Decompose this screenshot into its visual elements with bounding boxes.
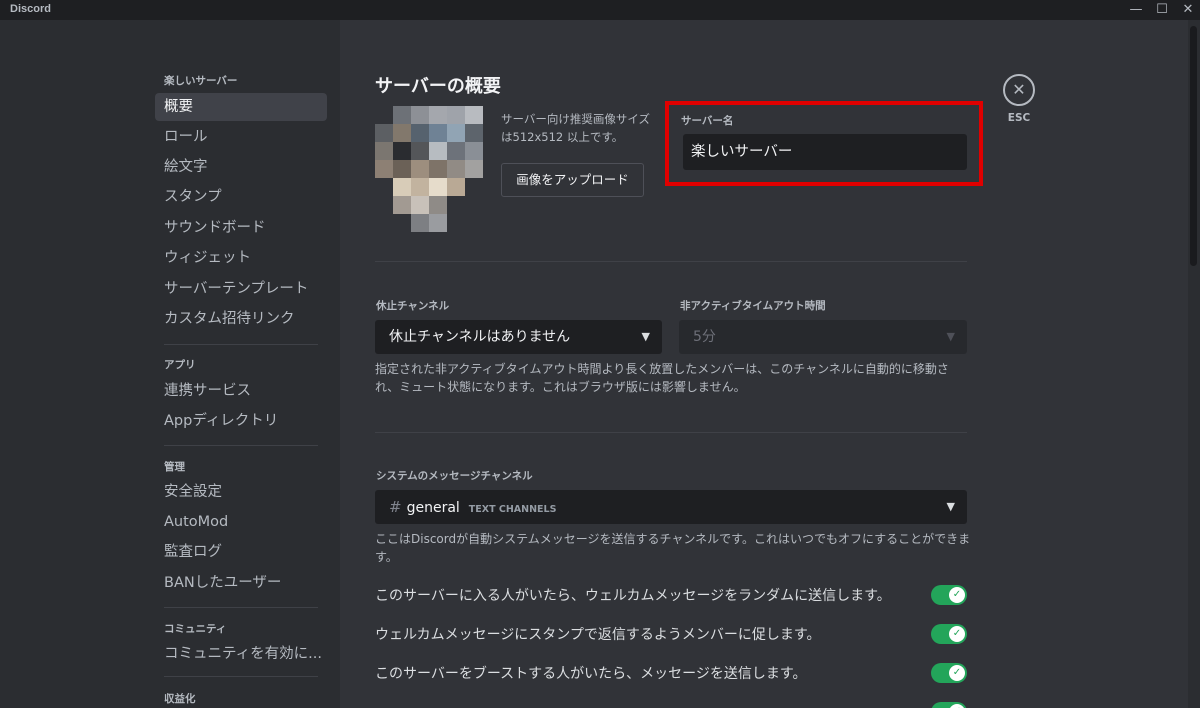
sticker-reply-toggle[interactable]: ✓ — [931, 624, 967, 644]
sidebar-section-moderation: 管理 — [164, 461, 185, 473]
sidebar-item-automod[interactable]: AutoMod — [155, 508, 327, 536]
afk-timeout-value: 5分 — [693, 329, 716, 345]
sidebar-item-vanity-url[interactable]: カスタム招待リンク — [155, 305, 327, 333]
chevron-down-icon: ▼ — [946, 500, 955, 513]
esc-label: ESC — [1007, 112, 1031, 124]
page-title: サーバーの概要 — [375, 76, 501, 97]
sidebar-item-integrations[interactable]: 連携サービス — [155, 377, 327, 405]
toggle-label: ウェルカムメッセージにスタンプで返信するようメンバーに促します。 — [375, 627, 821, 643]
afk-help-text: 指定された非アクティブタイムアウト時間より長く放置したメンバーは、このチャンネル… — [375, 362, 949, 394]
sidebar-item-emoji[interactable]: 絵文字 — [155, 153, 327, 181]
close-icon: ✕ — [1003, 74, 1035, 106]
chevron-down-icon: ▼ — [641, 330, 650, 343]
settings-content: サーバーの概要 サーバー向け推奨画像サイズは512x512 以上です。 画像をア… — [340, 20, 1188, 708]
chevron-down-icon: ▼ — [946, 330, 955, 343]
sidebar-divider — [164, 607, 318, 608]
sidebar-item-bans[interactable]: BANしたユーザー — [155, 569, 327, 597]
upload-hint: サーバー向け推奨画像サイズは512x512 以上です。 — [501, 112, 651, 144]
maximize-button[interactable]: ☐ — [1148, 0, 1176, 20]
sidebar-section-community: コミュニティ — [164, 623, 227, 635]
check-icon: ✓ — [949, 587, 965, 603]
sidebar-divider — [164, 676, 318, 677]
boost-message-toggle[interactable]: ✓ — [931, 663, 967, 683]
system-channel-name: general — [406, 500, 460, 516]
boost-message-toggle-row: このサーバーをブーストする人がいたら、メッセージを送信します。 ✓ — [375, 661, 967, 685]
system-help-text: ここはDiscordが自動システムメッセージを送信するチャンネルです。これはいつ… — [375, 532, 971, 564]
sidebar-section-monetization: 収益化 — [164, 693, 196, 705]
partial-toggle[interactable]: ✓ — [931, 702, 967, 708]
server-name-label: サーバー名 — [681, 115, 734, 127]
section-divider — [375, 261, 967, 262]
partial-toggle-row: ✓ — [375, 700, 967, 708]
close-window-button[interactable]: ✕ — [1174, 0, 1200, 20]
hash-icon: # — [389, 498, 402, 516]
sidebar-item-audit-log[interactable]: 監査ログ — [155, 538, 327, 566]
close-settings-button[interactable]: ✕ ESC — [1003, 74, 1035, 124]
welcome-message-toggle[interactable]: ✓ — [931, 585, 967, 605]
sidebar-item-app-directory[interactable]: Appディレクトリ — [155, 407, 327, 435]
afk-channel-value: 休止チャンネルはありません — [389, 329, 571, 345]
settings-sidebar: 楽しいサーバー 概要 ロール 絵文字 スタンプ サウンドボード ウィジェット サ… — [0, 20, 340, 708]
afk-channel-select[interactable]: 休止チャンネルはありません ▼ — [375, 320, 662, 354]
system-channel-label: システムのメッセージチャンネル — [376, 470, 533, 482]
sidebar-item-roles[interactable]: ロール — [155, 123, 327, 151]
sticker-reply-toggle-row: ウェルカムメッセージにスタンプで返信するようメンバーに促します。 ✓ — [375, 622, 967, 646]
system-channel-category: TEXT CHANNELS — [468, 504, 557, 515]
minimize-button[interactable]: — — [1122, 0, 1150, 20]
content-scrollbar[interactable] — [1188, 20, 1200, 708]
system-channel-select[interactable]: # general TEXT CHANNELS ▼ — [375, 490, 967, 524]
server-name-input[interactable]: 楽しいサーバー — [683, 134, 967, 170]
sidebar-item-enable-community[interactable]: コミュニティを有効に... — [155, 640, 327, 668]
upload-image-button[interactable]: 画像をアップロード — [501, 163, 644, 197]
sidebar-item-stickers[interactable]: スタンプ — [155, 183, 327, 211]
afk-timeout-select[interactable]: 5分 ▼ — [679, 320, 967, 354]
afk-timeout-label: 非アクティブタイムアウト時間 — [680, 300, 826, 312]
sidebar-item-widget[interactable]: ウィジェット — [155, 244, 327, 272]
welcome-message-toggle-row: このサーバーに入る人がいたら、ウェルカムメッセージをランダムに送信します。 ✓ — [375, 583, 967, 607]
sidebar-item-server-template[interactable]: サーバーテンプレート — [155, 275, 327, 303]
scrollbar-thumb[interactable] — [1190, 26, 1197, 266]
afk-channel-label: 休止チャンネル — [376, 300, 450, 312]
toggle-label: このサーバーに入る人がいたら、ウェルカムメッセージをランダムに送信します。 — [375, 588, 891, 604]
title-bar: Discord — ☐ ✕ — [0, 0, 1200, 20]
app-title: Discord — [10, 3, 51, 15]
server-icon-pixelated[interactable] — [375, 106, 485, 232]
check-icon: ✓ — [949, 704, 965, 708]
sidebar-item-overview[interactable]: 概要 — [155, 93, 327, 121]
check-icon: ✓ — [949, 665, 965, 681]
sidebar-item-safety[interactable]: 安全設定 — [155, 478, 327, 506]
sidebar-item-soundboard[interactable]: サウンドボード — [155, 214, 327, 242]
section-divider — [375, 432, 967, 433]
sidebar-divider — [164, 445, 318, 446]
sidebar-divider — [164, 344, 318, 345]
toggle-label: このサーバーをブーストする人がいたら、メッセージを送信します。 — [375, 666, 807, 682]
sidebar-section-server: 楽しいサーバー — [164, 75, 238, 87]
sidebar-section-apps: アプリ — [164, 359, 196, 371]
check-icon: ✓ — [949, 626, 965, 642]
